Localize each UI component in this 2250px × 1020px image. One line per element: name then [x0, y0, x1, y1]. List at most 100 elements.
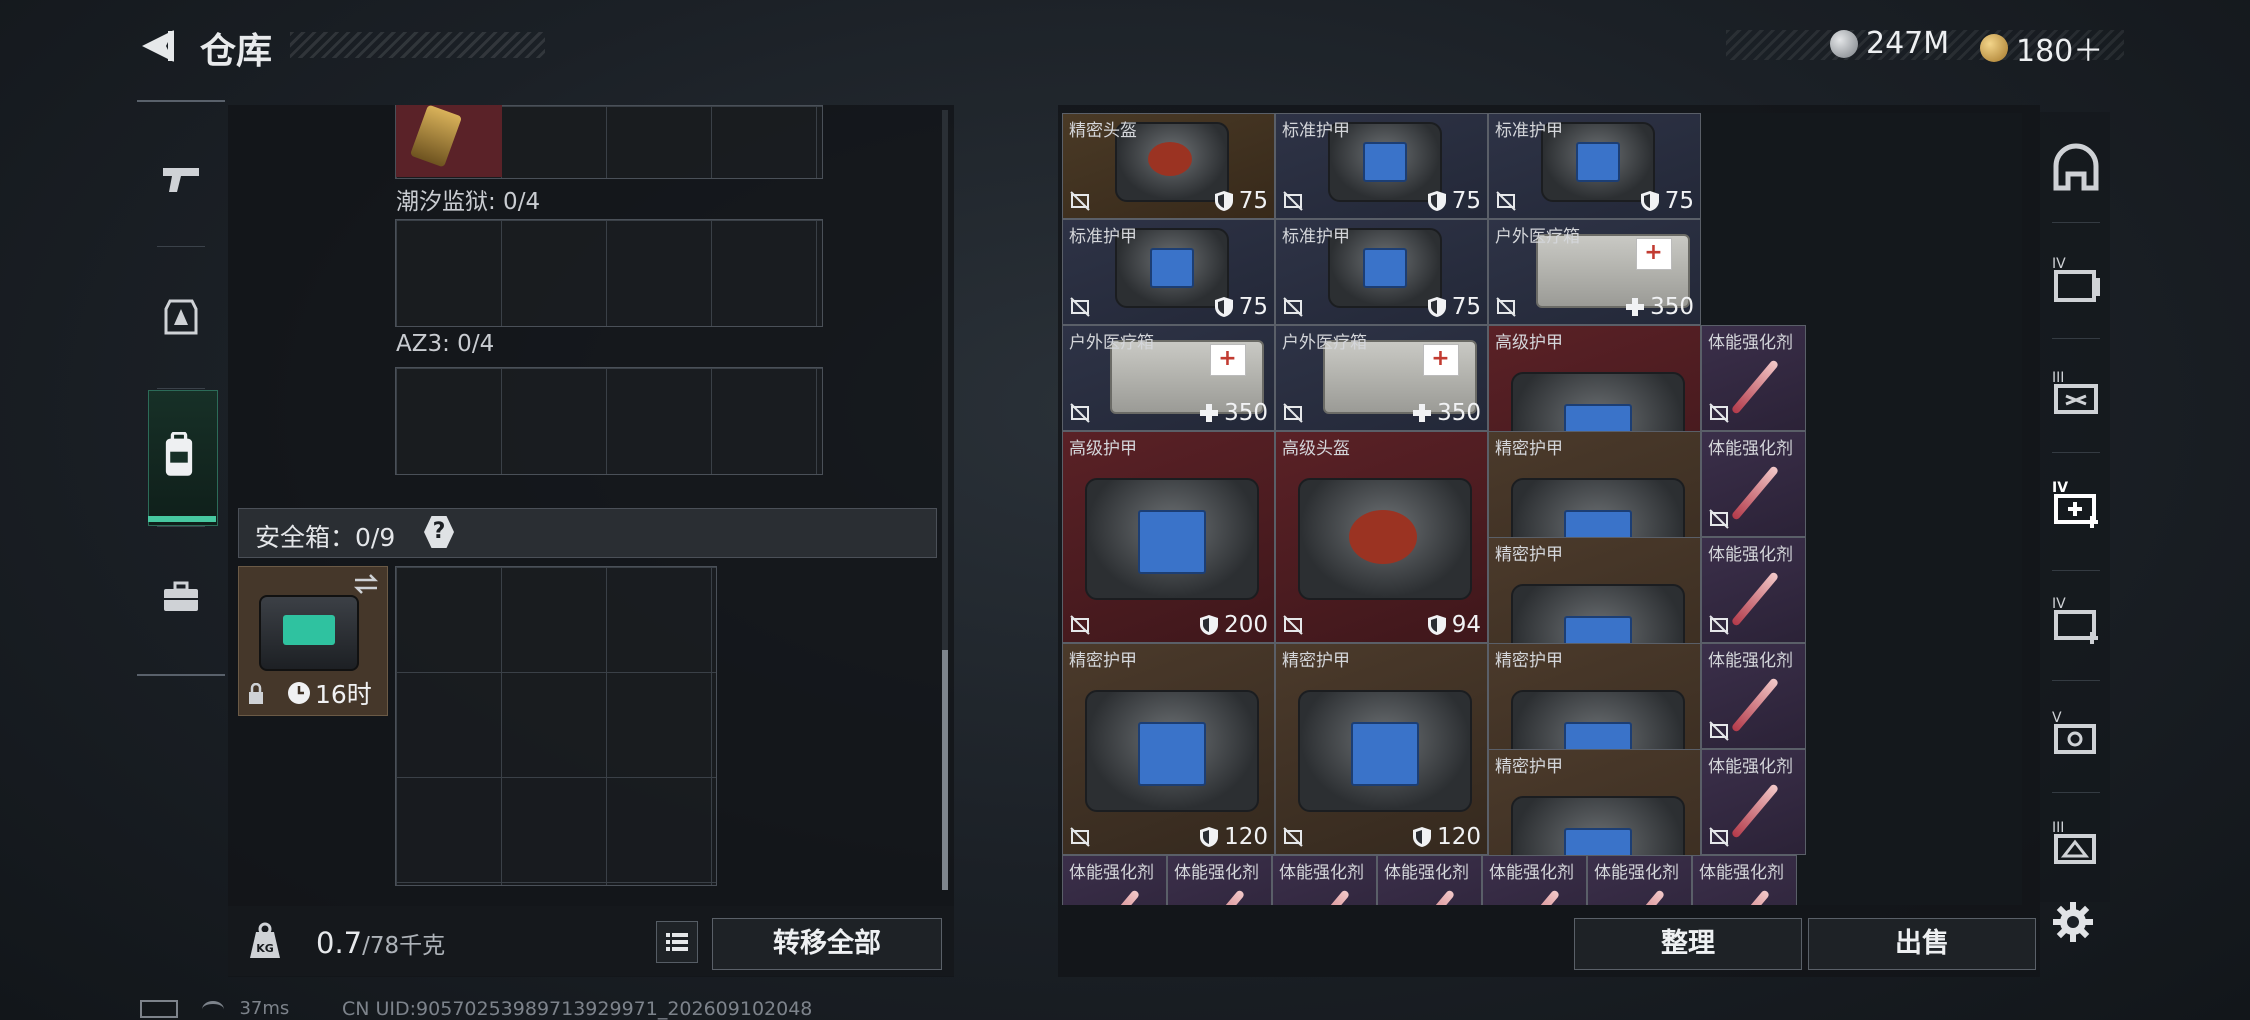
item-stat: 350	[1199, 400, 1268, 426]
item-name: 标准护甲	[1282, 121, 1350, 141]
item-stat-value: 200	[1224, 612, 1268, 638]
warehouse-item-cell[interactable]: 精密护甲 120	[1275, 643, 1488, 855]
warehouse-item-cell[interactable]: 高级护甲 200	[1062, 431, 1275, 643]
item-stat-value: 75	[1451, 188, 1481, 214]
warehouse-item-cell[interactable]: 体能强化剂	[1272, 855, 1377, 905]
warehouse-item-cell[interactable]: 体能强化剂	[1701, 325, 1806, 431]
silver-currency: 247M	[1830, 26, 1949, 61]
battery-icon	[140, 1000, 178, 1018]
warehouse-item-cell[interactable]: 体能强化剂	[1587, 855, 1692, 905]
container-tier-iii-icon[interactable]: III	[2048, 366, 2104, 422]
shield-icon	[1427, 297, 1446, 317]
settings-gear-icon[interactable]	[2051, 900, 2095, 944]
container-tier-v-icon[interactable]: V	[2048, 706, 2104, 762]
left-category-nav	[137, 100, 225, 676]
item-name: 体能强化剂	[1708, 439, 1793, 459]
no-sell-icon	[1709, 509, 1729, 529]
nav-armor[interactable]	[137, 252, 225, 382]
warehouse-item-cell[interactable]: 高级头盔 94	[1275, 431, 1488, 643]
wifi-icon	[201, 1000, 224, 1018]
no-sell-icon	[1709, 827, 1729, 847]
back-arrow-icon[interactable]	[138, 28, 178, 64]
warehouse-item-cell[interactable]: 体能强化剂	[1167, 855, 1272, 905]
helmet-category-icon[interactable]	[2048, 140, 2104, 196]
warehouse-item-cell[interactable]: 体能强化剂	[1062, 855, 1167, 905]
no-sell-icon	[1709, 403, 1729, 423]
swap-icon[interactable]	[353, 573, 379, 595]
status-bar: 37ms	[140, 998, 289, 1019]
item-name: 高级护甲	[1495, 333, 1563, 353]
no-sell-icon	[1496, 297, 1516, 317]
warehouse-item-cell[interactable]: 标准护甲 75	[1488, 113, 1701, 219]
no-sell-icon	[1070, 615, 1090, 635]
transfer-all-button[interactable]: 转移全部	[712, 918, 942, 970]
item-name: 户外医疗箱	[1495, 227, 1580, 247]
safebox-item[interactable]: 16时	[238, 566, 388, 716]
warehouse-item-cell[interactable]: 体能强化剂	[1701, 749, 1806, 855]
item-name: 标准护甲	[1495, 121, 1563, 141]
item-name: 标准护甲	[1069, 227, 1137, 247]
warehouse-item-cell[interactable]: 标准护甲 75	[1275, 113, 1488, 219]
container-tier-iii-alt-icon[interactable]: III	[2048, 816, 2104, 872]
item-stat: 75	[1640, 188, 1694, 214]
item-name: 高级护甲	[1069, 439, 1137, 459]
warehouse-item-cell[interactable]: 体能强化剂	[1377, 855, 1482, 905]
container-tier-iv-icon[interactable]: IV	[2048, 252, 2104, 308]
item-stat-value: 120	[1224, 824, 1268, 850]
warehouse-item-cell[interactable]: 体能强化剂	[1701, 643, 1806, 749]
gold-amount: 180＋	[2016, 34, 2104, 69]
safebox-label: 安全箱：0/9	[255, 523, 396, 552]
no-sell-icon	[1070, 827, 1090, 847]
no-sell-icon	[1709, 721, 1729, 741]
container-grid-prison[interactable]	[395, 219, 823, 327]
item-name: 体能强化剂	[1708, 333, 1793, 353]
item-name: 精密护甲	[1495, 545, 1563, 565]
warehouse-item-cell[interactable]: 体能强化剂	[1692, 855, 1797, 905]
weight-readout: 0.7/78千克	[316, 926, 445, 960]
warehouse-item-cell[interactable]: 标准护甲 75	[1062, 219, 1275, 325]
warehouse-item-cell[interactable]: 标准护甲 75	[1275, 219, 1488, 325]
item-stat: 75	[1427, 188, 1481, 214]
item-stat: 120	[1199, 824, 1268, 850]
sort-button[interactable]: 整理	[1574, 918, 1802, 970]
armor-slot-icon	[164, 299, 198, 335]
medkit-tier-iv-alt-icon[interactable]: IV	[2048, 592, 2104, 648]
shield-icon	[1413, 827, 1432, 847]
no-sell-icon	[1283, 297, 1303, 317]
warehouse-item-cell[interactable]: + 户外医疗箱 350	[1488, 219, 1701, 325]
sell-button[interactable]: 出售	[1808, 918, 2036, 970]
no-sell-icon	[1283, 615, 1303, 635]
warehouse-item-cell[interactable]: + 户外医疗箱 350	[1275, 325, 1488, 431]
warehouse-item-cell[interactable]: 体能强化剂	[1482, 855, 1587, 905]
item-name: 体能强化剂	[1489, 863, 1574, 883]
gold-currency[interactable]: 180＋	[1980, 26, 2103, 70]
item-stat-value: 75	[1238, 188, 1268, 214]
svg-text:IV: IV	[2052, 480, 2068, 496]
svg-text:III: III	[2052, 820, 2064, 836]
warehouse-item-cell[interactable]: 体能强化剂	[1701, 537, 1806, 643]
item-stat: 75	[1214, 294, 1268, 320]
item-name: 精密护甲	[1282, 651, 1350, 671]
nav-weapons[interactable]	[137, 114, 225, 244]
shield-icon	[1427, 615, 1446, 635]
item-name: 体能强化剂	[1279, 863, 1364, 883]
safebox-grid[interactable]	[395, 566, 717, 886]
container-grid-az3[interactable]	[395, 367, 823, 475]
shield-icon	[1214, 191, 1233, 211]
warehouse-item-cell[interactable]: 体能强化剂	[1701, 431, 1806, 537]
silver-coin-icon	[1830, 29, 1858, 58]
nav-briefcase[interactable]	[137, 532, 225, 662]
warehouse-item-cell[interactable]: 精密头盔 75	[1062, 113, 1275, 219]
warehouse-item-cell[interactable]: + 户外医疗箱 350	[1062, 325, 1275, 431]
medkit-tier-iv-icon[interactable]: IV	[2048, 476, 2104, 532]
list-view-button[interactable]	[656, 921, 698, 963]
id-card-item[interactable]	[396, 104, 502, 177]
backpack-scroll-thumb[interactable]	[942, 650, 948, 890]
warehouse-item-cell[interactable]: 精密护甲 120	[1062, 643, 1275, 855]
backpack-icon	[165, 431, 193, 476]
item-name: 体能强化剂	[1708, 757, 1793, 777]
item-stat-value: 120	[1437, 824, 1481, 850]
warehouse-item-grid: 精密头盔 75 标准护甲 75 标准护甲 75 标准护甲 75 标准护甲 75 + 户外医疗箱 350 +…	[1062, 113, 2022, 905]
item-stat: 350	[1625, 294, 1694, 320]
svg-text:V: V	[2052, 710, 2062, 726]
